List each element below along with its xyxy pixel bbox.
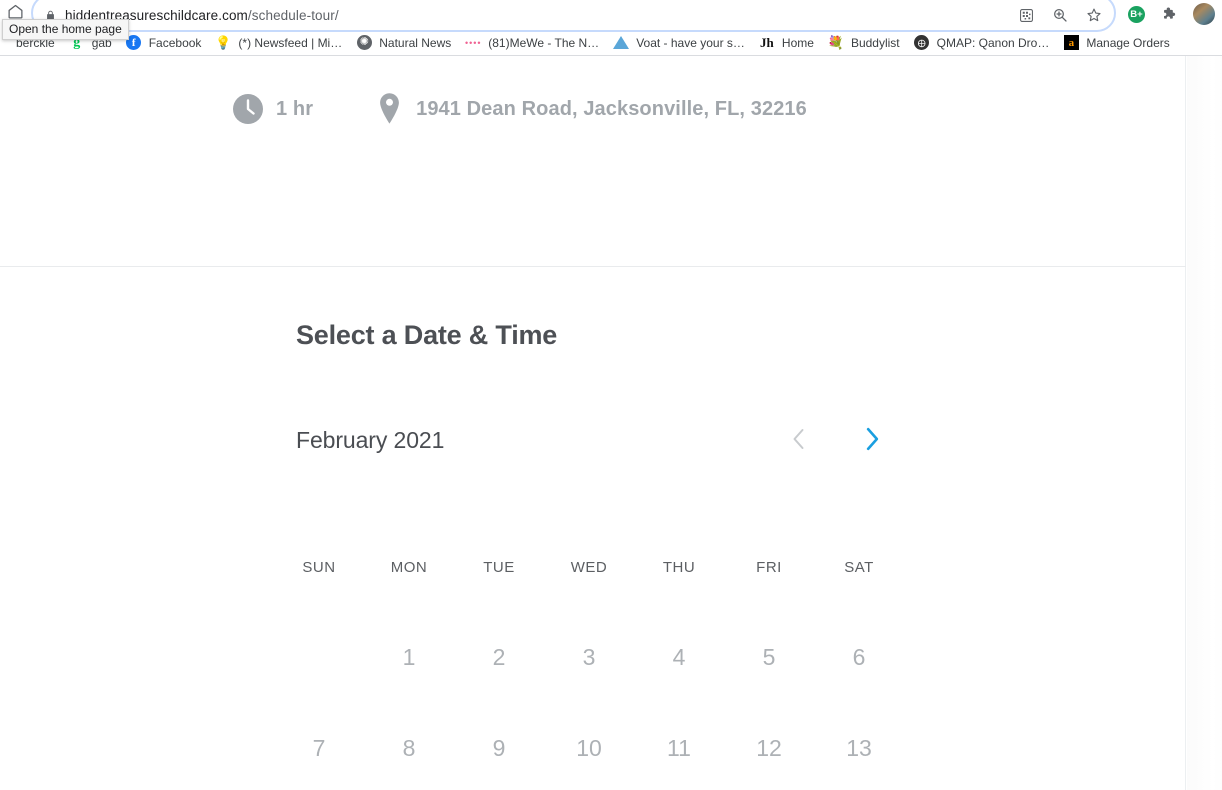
bookmark-qmap[interactable]: 🜨 QMAP: Qanon Dro… xyxy=(907,31,1057,55)
zoom-search-icon[interactable] xyxy=(1050,5,1070,25)
calendar-day[interactable]: 5 xyxy=(724,612,814,703)
calendar-day[interactable]: 4 xyxy=(634,612,724,703)
browser-chrome: hiddentreasureschildcare.com/schedule-to… xyxy=(0,0,1222,56)
bookmark-label: (*) Newsfeed | Mi… xyxy=(238,35,343,50)
calendar-nav-group xyxy=(785,427,890,453)
jh-icon: Jh xyxy=(760,34,774,50)
page-title: Select a Date & Time xyxy=(296,320,558,350)
calendar-day[interactable]: 2 xyxy=(454,612,544,703)
event-location-label: 1941 Dean Road, Jacksonville, FL, 32216 xyxy=(416,97,807,120)
calendar-month-label: February 2021 xyxy=(296,426,445,453)
event-location: 1941 Dean Road, Jacksonville, FL, 32216 xyxy=(377,92,807,126)
weekday-tue: TUE xyxy=(483,559,515,576)
calendar-day[interactable]: 6 xyxy=(814,612,904,703)
calendar-next-month-button[interactable] xyxy=(859,427,885,453)
calendar-weekday-row: SUN MON TUE WED THU FRI SAT xyxy=(274,559,904,576)
calendar-day[interactable]: 8 xyxy=(364,703,454,790)
weekday-wed: WED xyxy=(570,559,608,576)
qr-code-icon[interactable] xyxy=(1016,5,1036,25)
extensions-puzzle-icon[interactable] xyxy=(1159,4,1179,24)
bookmark-buddylist[interactable]: 💐 Buddylist xyxy=(821,31,907,55)
mewe-dots-icon: •••• xyxy=(464,37,482,48)
calendar-header: February 2021 xyxy=(296,420,890,460)
globe-icon: 🜨 xyxy=(914,35,930,51)
bookmark-mewe[interactable]: •••• (81)MeWe - The N… xyxy=(458,31,606,55)
bookmark-label: Voat - have your s… xyxy=(636,35,745,50)
calendar-prev-month-button[interactable] xyxy=(785,427,811,453)
bookmark-star-icon[interactable] xyxy=(1084,5,1104,25)
profile-avatar-icon[interactable] xyxy=(1193,3,1215,25)
event-meta-row: 1 hr 1941 Dean Road, Jacksonville, FL, 3… xyxy=(232,92,807,126)
clock-icon xyxy=(232,93,264,125)
page-viewport: 1 hr 1941 Dean Road, Jacksonville, FL, 3… xyxy=(0,56,1222,790)
omnibox-actions xyxy=(1016,2,1104,28)
calendar-day[interactable]: 11 xyxy=(634,703,724,790)
bookmark-voat[interactable]: Voat - have your s… xyxy=(606,31,752,55)
calendar-day[interactable]: 7 xyxy=(274,703,364,790)
bookmark-facebook[interactable]: f Facebook xyxy=(119,31,209,55)
url-path: /schedule-tour/ xyxy=(247,7,339,23)
bookmark-label: Facebook xyxy=(148,35,202,50)
scheduling-page-content: 1 hr 1941 Dean Road, Jacksonville, FL, 3… xyxy=(0,56,1186,790)
natural-news-icon: ✺ xyxy=(356,35,372,51)
lightbulb-icon: 💡 xyxy=(215,34,232,50)
bookmark-label: Manage Orders xyxy=(1086,35,1170,50)
chevron-left-icon xyxy=(792,428,805,453)
flower-icon: 💐 xyxy=(827,34,845,50)
bookmark-manage-orders[interactable]: a Manage Orders xyxy=(1056,31,1176,55)
calendar-days-grid: 1 2 3 4 5 6 7 8 9 10 11 12 13 xyxy=(274,612,904,790)
home-button-tooltip: Open the home page xyxy=(2,19,129,40)
calendar-day-empty xyxy=(274,612,364,703)
amazon-icon: a xyxy=(1063,35,1079,51)
calendar-day[interactable]: 13 xyxy=(814,703,904,790)
section-divider xyxy=(0,266,1186,267)
bookmark-home[interactable]: Jh Home xyxy=(752,31,821,55)
calendar-day[interactable]: 10 xyxy=(544,703,634,790)
weekday-sun: SUN xyxy=(302,559,336,576)
bookmark-label: Buddylist xyxy=(850,35,900,50)
bookmark-label: QMAP: Qanon Dro… xyxy=(936,35,1050,50)
bookmark-natural-news[interactable]: ✺ Natural News xyxy=(349,31,458,55)
event-duration: 1 hr xyxy=(232,93,313,125)
bookmark-label: Home xyxy=(781,35,814,50)
weekday-fri: FRI xyxy=(756,559,782,576)
calendar-day[interactable]: 1 xyxy=(364,612,454,703)
address-bar[interactable]: hiddentreasureschildcare.com/schedule-to… xyxy=(31,0,1116,32)
event-duration-label: 1 hr xyxy=(276,97,314,120)
extension-badge-icon[interactable]: B+ xyxy=(1128,5,1145,23)
weekday-thu: THU xyxy=(662,559,696,576)
chevron-right-icon xyxy=(865,427,880,454)
browser-extension-actions: B+ xyxy=(1128,1,1215,27)
bookmark-label: (81)MeWe - The N… xyxy=(488,35,600,50)
calendar-day[interactable]: 3 xyxy=(544,612,634,703)
bookmark-label: Natural News xyxy=(379,35,452,50)
weekday-mon: MON xyxy=(390,559,428,576)
page-scrollbar-track[interactable] xyxy=(1187,56,1222,790)
calendar-day[interactable]: 9 xyxy=(454,703,544,790)
bookmark-newsfeed[interactable]: 💡 (*) Newsfeed | Mi… xyxy=(208,31,349,55)
voat-triangle-icon xyxy=(613,35,630,51)
calendar-day[interactable]: 12 xyxy=(724,703,814,790)
bookmarks-bar: berckle g gab f Facebook 💡 (*) Newsfeed … xyxy=(0,29,1222,56)
map-pin-icon xyxy=(377,92,402,126)
browser-toolbar: hiddentreasureschildcare.com/schedule-to… xyxy=(0,0,1222,32)
weekday-sat: SAT xyxy=(844,559,874,576)
